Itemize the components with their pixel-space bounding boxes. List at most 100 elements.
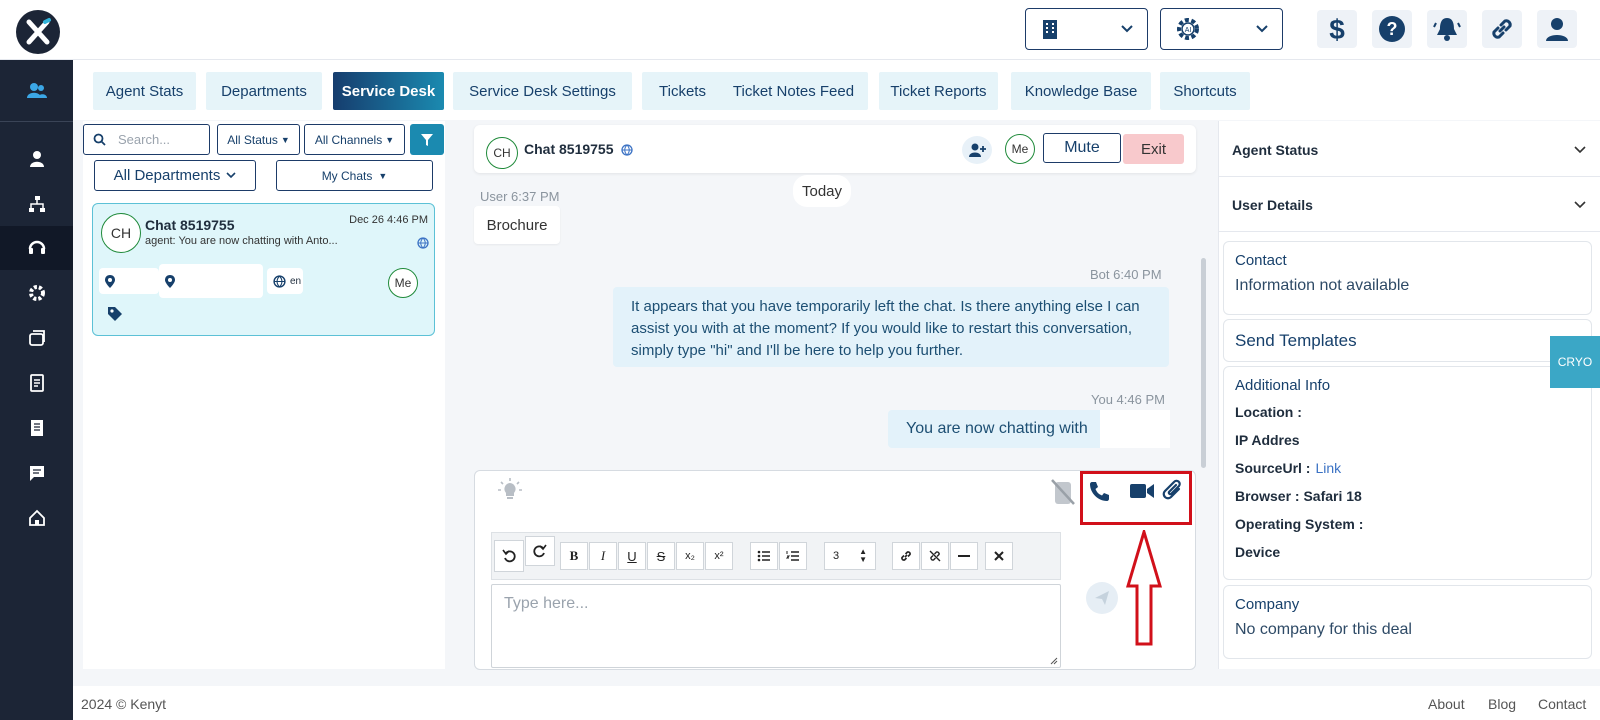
tab-bar: Agent Stats Departments Service Desk Ser…: [73, 60, 1600, 120]
search-input[interactable]: Search...: [83, 124, 210, 155]
messages-scrollbar[interactable]: [1201, 258, 1206, 468]
tickets-stack-icon: [28, 330, 45, 346]
tab-agent-stats[interactable]: Agent Stats: [93, 72, 196, 110]
chevron-down-icon: [1121, 25, 1133, 33]
sidebar-item-messages[interactable]: [0, 451, 73, 495]
sidebar-item-agents[interactable]: [0, 137, 73, 181]
sidebar-item-departments[interactable]: [0, 182, 73, 226]
browser-label: Browser : Safari 18: [1235, 488, 1362, 504]
sidebar-item-home[interactable]: [0, 496, 73, 540]
caret-down-icon: ▼: [385, 134, 395, 145]
unlink-button[interactable]: [921, 542, 949, 570]
assign-agent-button[interactable]: [962, 136, 992, 164]
sidebar-item-campaigns[interactable]: [0, 316, 73, 360]
sidebar-item-documents[interactable]: [0, 361, 73, 405]
status-filter[interactable]: All Status ▼: [217, 124, 300, 155]
contact-text: Information not available: [1235, 277, 1410, 294]
message-input[interactable]: Type here...: [491, 584, 1061, 668]
strikethrough-button[interactable]: S: [647, 542, 675, 570]
add-user-icon: [969, 143, 986, 157]
company-text: No company for this deal: [1235, 621, 1412, 638]
chevron-down-icon: [1574, 145, 1586, 153]
call-options-highlight: [1080, 471, 1192, 525]
svg-text:AI: AI: [1185, 27, 1192, 34]
notifications-button[interactable]: [1427, 10, 1467, 48]
mute-button[interactable]: Mute: [1043, 133, 1121, 163]
footer-link-about[interactable]: About: [1428, 696, 1465, 712]
tab-service-desk-settings[interactable]: Service Desk Settings: [453, 72, 632, 110]
footer: 2024 © Kenyt About Blog Contact: [73, 686, 1600, 720]
sidebar-item-settings[interactable]: [0, 271, 73, 315]
send-button[interactable]: [1086, 582, 1118, 614]
departments-filter-label: All Departments: [113, 167, 221, 184]
insert-link-button[interactable]: [892, 542, 920, 570]
language-code: en: [290, 275, 302, 287]
channels-filter-label: All Channels: [314, 132, 383, 147]
filter-button[interactable]: [410, 124, 444, 155]
additional-info-card: Additional Info Location : IP Addres Sou…: [1223, 366, 1592, 580]
app-logo[interactable]: [16, 10, 60, 54]
tab-departments[interactable]: Departments: [206, 72, 322, 110]
horizontal-rule-button[interactable]: [950, 542, 978, 570]
agent-status-accordion[interactable]: Agent Status: [1218, 123, 1600, 177]
clear-format-button[interactable]: [985, 542, 1013, 570]
chat-date: Dec 26 4:46 PM: [349, 214, 428, 226]
tab-shortcuts[interactable]: Shortcuts: [1160, 72, 1250, 110]
channels-filter[interactable]: All Channels ▼: [304, 124, 405, 155]
user-details-accordion[interactable]: User Details: [1218, 178, 1600, 232]
undo-button[interactable]: [494, 540, 524, 572]
up-arrow-icon: [1126, 530, 1162, 646]
company-select[interactable]: [1025, 8, 1148, 50]
source-url-link[interactable]: Link: [1315, 460, 1341, 476]
tab-knowledge-base[interactable]: Knowledge Base: [1011, 72, 1151, 110]
whatsapp-off-icon[interactable]: [1050, 478, 1076, 506]
send-templates-card[interactable]: Send Templates: [1223, 319, 1592, 362]
footer-link-blog[interactable]: Blog: [1488, 696, 1516, 712]
footer-link-contact[interactable]: Contact: [1538, 696, 1586, 712]
strikethrough-icon: S: [656, 548, 666, 564]
subscript-button[interactable]: x₂: [676, 542, 704, 570]
users-icon: [26, 82, 47, 98]
numbered-list-button[interactable]: [779, 542, 807, 570]
exit-button[interactable]: Exit: [1123, 134, 1184, 164]
svg-text:?: ?: [1387, 19, 1398, 39]
bot-message: It appears that you have temporarily lef…: [613, 287, 1169, 367]
tab-tickets[interactable]: Tickets: [642, 72, 723, 110]
my-chats-filter[interactable]: My Chats ▼: [276, 160, 433, 191]
sidebar-item-users[interactable]: [0, 60, 73, 122]
billing-button[interactable]: $: [1317, 10, 1357, 48]
bold-button[interactable]: B: [560, 542, 588, 570]
home-icon: [28, 509, 45, 526]
underline-button[interactable]: U: [618, 542, 646, 570]
sidebar-item-service-desk[interactable]: [0, 226, 73, 270]
sidebar-item-reports[interactable]: [0, 406, 73, 450]
user-icon: [1546, 18, 1568, 41]
bullet-list-button[interactable]: [750, 542, 778, 570]
font-size-value: 3: [833, 550, 840, 562]
ai-select[interactable]: AI: [1160, 8, 1283, 50]
link-button[interactable]: [1482, 10, 1522, 48]
tab-service-desk[interactable]: Service Desk: [333, 72, 444, 110]
italic-button[interactable]: I: [589, 542, 617, 570]
send-icon: [1095, 591, 1109, 605]
side-widget-tab[interactable]: CRYO: [1550, 336, 1600, 388]
redo-button[interactable]: [525, 536, 555, 566]
departments-filter[interactable]: All Departments: [94, 160, 256, 191]
tab-ticket-notes-feed[interactable]: Ticket Notes Feed: [719, 72, 868, 110]
ip-label: IP Addres: [1235, 432, 1300, 448]
chat-list-item[interactable]: CH Chat 8519755 Dec 26 4:46 PM agent: Yo…: [92, 203, 435, 336]
tab-ticket-reports[interactable]: Ticket Reports: [879, 72, 998, 110]
user-message-meta: User 6:37 PM: [480, 189, 560, 204]
day-separator: Today: [793, 175, 851, 207]
dollar-icon: $: [1329, 15, 1345, 43]
profile-button[interactable]: [1537, 10, 1577, 48]
chat-header-title: Chat 8519755: [524, 141, 614, 157]
font-size-select[interactable]: 3 ▲ ▼: [824, 542, 876, 570]
ai-suggest-icon[interactable]: [497, 477, 523, 503]
chevron-down-icon: [226, 172, 236, 179]
superscript-button[interactable]: x²: [705, 542, 733, 570]
help-button[interactable]: ?: [1372, 10, 1412, 48]
spinner-arrows-icon: ▲ ▼: [859, 547, 867, 564]
tag-icon[interactable]: [107, 306, 123, 322]
resize-handle-icon[interactable]: [1048, 655, 1058, 665]
